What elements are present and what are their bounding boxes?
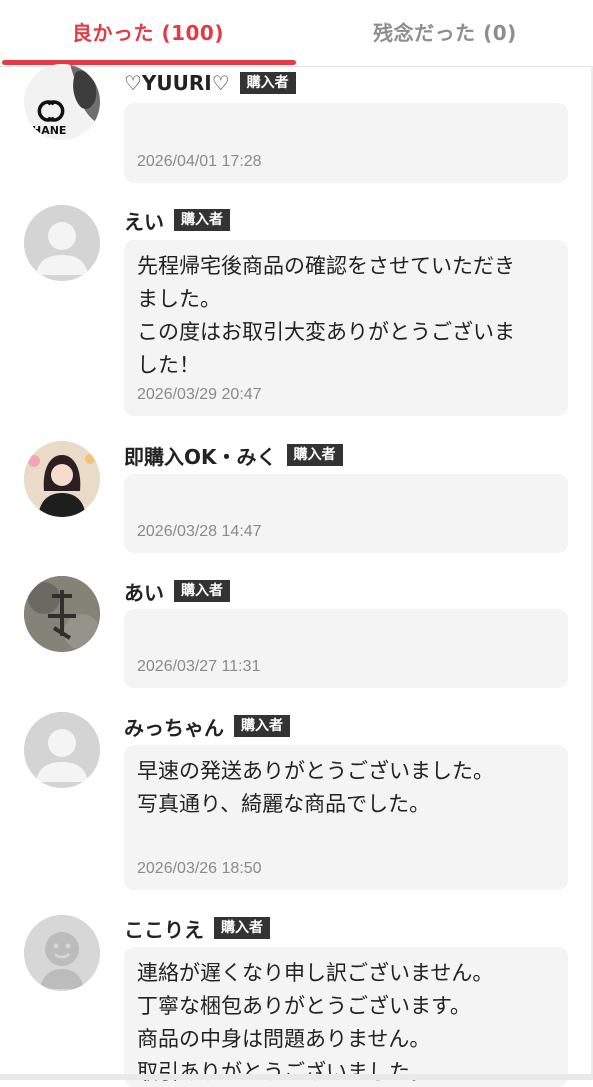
default-person-icon — [24, 205, 100, 281]
avatar[interactable] — [24, 915, 100, 991]
review-bubble: 2026/03/27 11:31 — [124, 609, 568, 688]
review-date: 2026/03/27 11:31 — [137, 658, 261, 675]
active-tab-indicator — [2, 60, 296, 65]
review-date: 2026/03/28 14:47 — [137, 523, 262, 540]
reviewer-name[interactable]: ♡YUURI♡ — [124, 71, 230, 95]
svg-text:HANE: HANE — [32, 124, 66, 137]
buyer-badge: 購入者 — [286, 444, 343, 466]
review-date: 2026/03/29 20:47 — [137, 386, 262, 403]
default-person-icon — [24, 712, 100, 788]
avatar[interactable] — [24, 441, 100, 517]
reviewer-name[interactable]: 即購入OK・みく — [124, 441, 277, 470]
anime-girl-photo-icon — [24, 441, 100, 517]
review-date: 2026/03/26 18:50 — [137, 860, 262, 877]
bottom-edge — [0, 1074, 593, 1080]
buyer-badge: 購入者 — [214, 917, 270, 939]
stone-photo-icon — [24, 576, 100, 652]
reviewer-name[interactable]: ここりえ — [124, 914, 204, 943]
avatar[interactable] — [24, 712, 100, 788]
review-bubble: 2026/03/28 14:47 — [124, 474, 568, 553]
avatar[interactable] — [24, 205, 100, 281]
reviewer-name[interactable]: あい — [124, 577, 164, 606]
buyer-badge: 購入者 — [234, 715, 290, 737]
review-comment: 早速の発送ありがとうございました。 写真通り、綺麗な商品でした。 — [137, 759, 494, 816]
review-comment: 先程帰宅後商品の確認をさせていただき ました。 この度はお取引大変ありがとうござ… — [137, 254, 515, 377]
review-bubble: 先程帰宅後商品の確認をさせていただき ました。 この度はお取引大変ありがとうござ… — [124, 240, 568, 416]
avatar[interactable] — [24, 576, 100, 652]
reviewer-name[interactable]: えい — [124, 206, 164, 235]
buyer-badge: 購入者 — [239, 72, 296, 94]
review-bubble: 2026/04/01 17:28 — [124, 103, 568, 183]
tab-bad-reviews[interactable]: 残念だった (0) — [297, 0, 593, 62]
smiley-person-icon — [24, 915, 100, 991]
reviewer-name[interactable]: みっちゃん — [124, 712, 224, 741]
tab-good-reviews[interactable]: 良かった (100) — [0, 0, 296, 62]
review-bubble: 早速の発送ありがとうございました。 写真通り、綺麗な商品でした。 2026/03… — [124, 745, 568, 890]
avatar[interactable]: HANE — [24, 64, 100, 140]
buyer-badge: 購入者 — [174, 580, 230, 602]
review-bubble: 連絡が遅くなり申し訳ございません。 丁寧な梱包ありがとうございます。 商品の中身… — [124, 947, 568, 1087]
review-tabs: 良かった (100) 残念だった (0) — [0, 0, 593, 67]
buyer-badge: 購入者 — [174, 209, 230, 231]
review-date: 2026/04/01 17:28 — [137, 153, 262, 170]
review-comment: 連絡が遅くなり申し訳ございません。 丁寧な梱包ありがとうございます。 商品の中身… — [137, 961, 494, 1084]
chanel-photo-icon: HANE — [24, 64, 100, 140]
